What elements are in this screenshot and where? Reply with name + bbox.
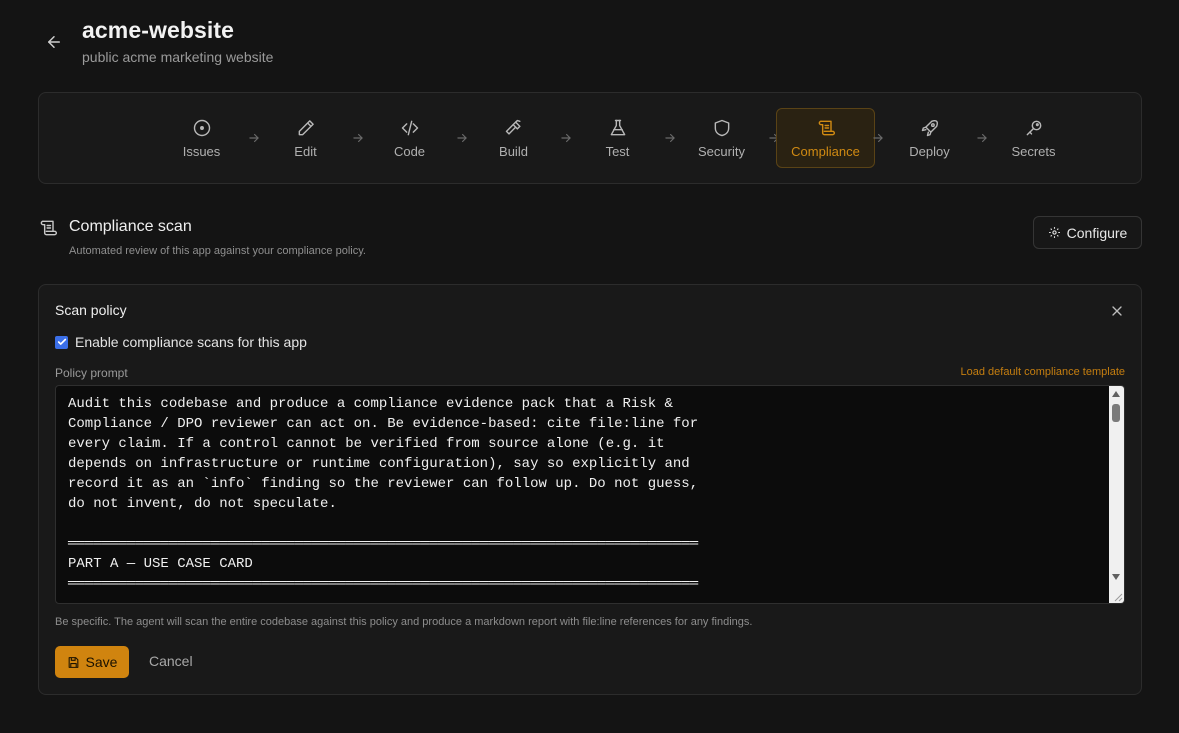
policy-prompt-textarea[interactable]: Audit this codebase and produce a compli… [55, 385, 1125, 604]
step-label: Compliance [791, 143, 860, 159]
policy-prompt-label: Policy prompt [55, 366, 128, 380]
stepper-steps: Issues Edit Code Build Test Security Com… [152, 108, 1083, 168]
page-subtitle: public acme marketing website [82, 49, 274, 65]
enable-scans-label[interactable]: Enable compliance scans for this app [75, 334, 307, 350]
gear-icon [1048, 227, 1060, 238]
step-label: Build [499, 143, 528, 159]
save-button[interactable]: Save [55, 646, 129, 678]
scroll-down-icon[interactable] [1112, 574, 1120, 580]
scroll-up-icon[interactable] [1112, 391, 1120, 397]
scroll-thumb[interactable] [1112, 404, 1120, 422]
step-security[interactable]: Security [672, 108, 771, 168]
flask-icon [610, 119, 625, 135]
close-icon[interactable] [1109, 303, 1125, 319]
step-issues[interactable]: Issues [152, 108, 251, 168]
hammer-icon [505, 119, 521, 135]
section-title: Compliance scan [69, 218, 192, 235]
back-arrow-icon[interactable] [42, 30, 66, 54]
resize-grip-icon[interactable] [1113, 592, 1123, 602]
shield-icon [714, 119, 729, 136]
step-label: Security [698, 143, 745, 159]
step-label: Secrets [1011, 143, 1056, 159]
step-label: Edit [294, 143, 317, 159]
step-label: Code [393, 143, 426, 159]
policy-prompt-text: Audit this codebase and produce a compli… [68, 396, 699, 592]
step-deploy[interactable]: Deploy [880, 108, 979, 168]
step-test[interactable]: Test [568, 108, 667, 168]
step-build[interactable]: Build [464, 108, 563, 168]
scan-policy-panel: Scan policy Enable compliance scans for … [38, 284, 1142, 695]
page-title: acme-website [82, 17, 235, 43]
code-icon [401, 120, 418, 135]
load-template-link[interactable]: Load default compliance template [961, 366, 1126, 378]
panel-title: Scan policy [55, 302, 127, 318]
textarea-scrollbar[interactable] [1109, 386, 1124, 603]
policy-hint: Be specific. The agent will scan the ent… [55, 616, 753, 628]
configure-button[interactable]: Configure [1033, 216, 1142, 249]
scroll-icon [40, 220, 57, 236]
enable-scans-checkbox[interactable] [55, 335, 68, 349]
step-label: Deploy [909, 143, 950, 159]
cancel-button[interactable]: Cancel [149, 653, 193, 669]
key-icon [1026, 120, 1041, 135]
step-secrets[interactable]: Secrets [984, 108, 1083, 168]
step-label: Test [605, 143, 630, 159]
save-icon [68, 656, 78, 668]
configure-label: Configure [1066, 224, 1128, 241]
rocket-icon [921, 119, 938, 136]
scroll-icon [818, 120, 835, 135]
step-edit[interactable]: Edit [256, 108, 355, 168]
step-compliance[interactable]: Compliance [776, 108, 875, 168]
step-code[interactable]: Code [360, 108, 459, 168]
pipeline-stepper: Issues Edit Code Build Test Security Com… [38, 92, 1142, 184]
save-label: Save [85, 654, 118, 670]
section-subtitle: Automated review of this app against you… [69, 245, 366, 257]
enable-scans-row: Enable compliance scans for this app [55, 334, 307, 350]
circle-dot-icon [193, 119, 210, 136]
pencil-icon [298, 119, 314, 135]
step-label: Issues [182, 143, 221, 159]
